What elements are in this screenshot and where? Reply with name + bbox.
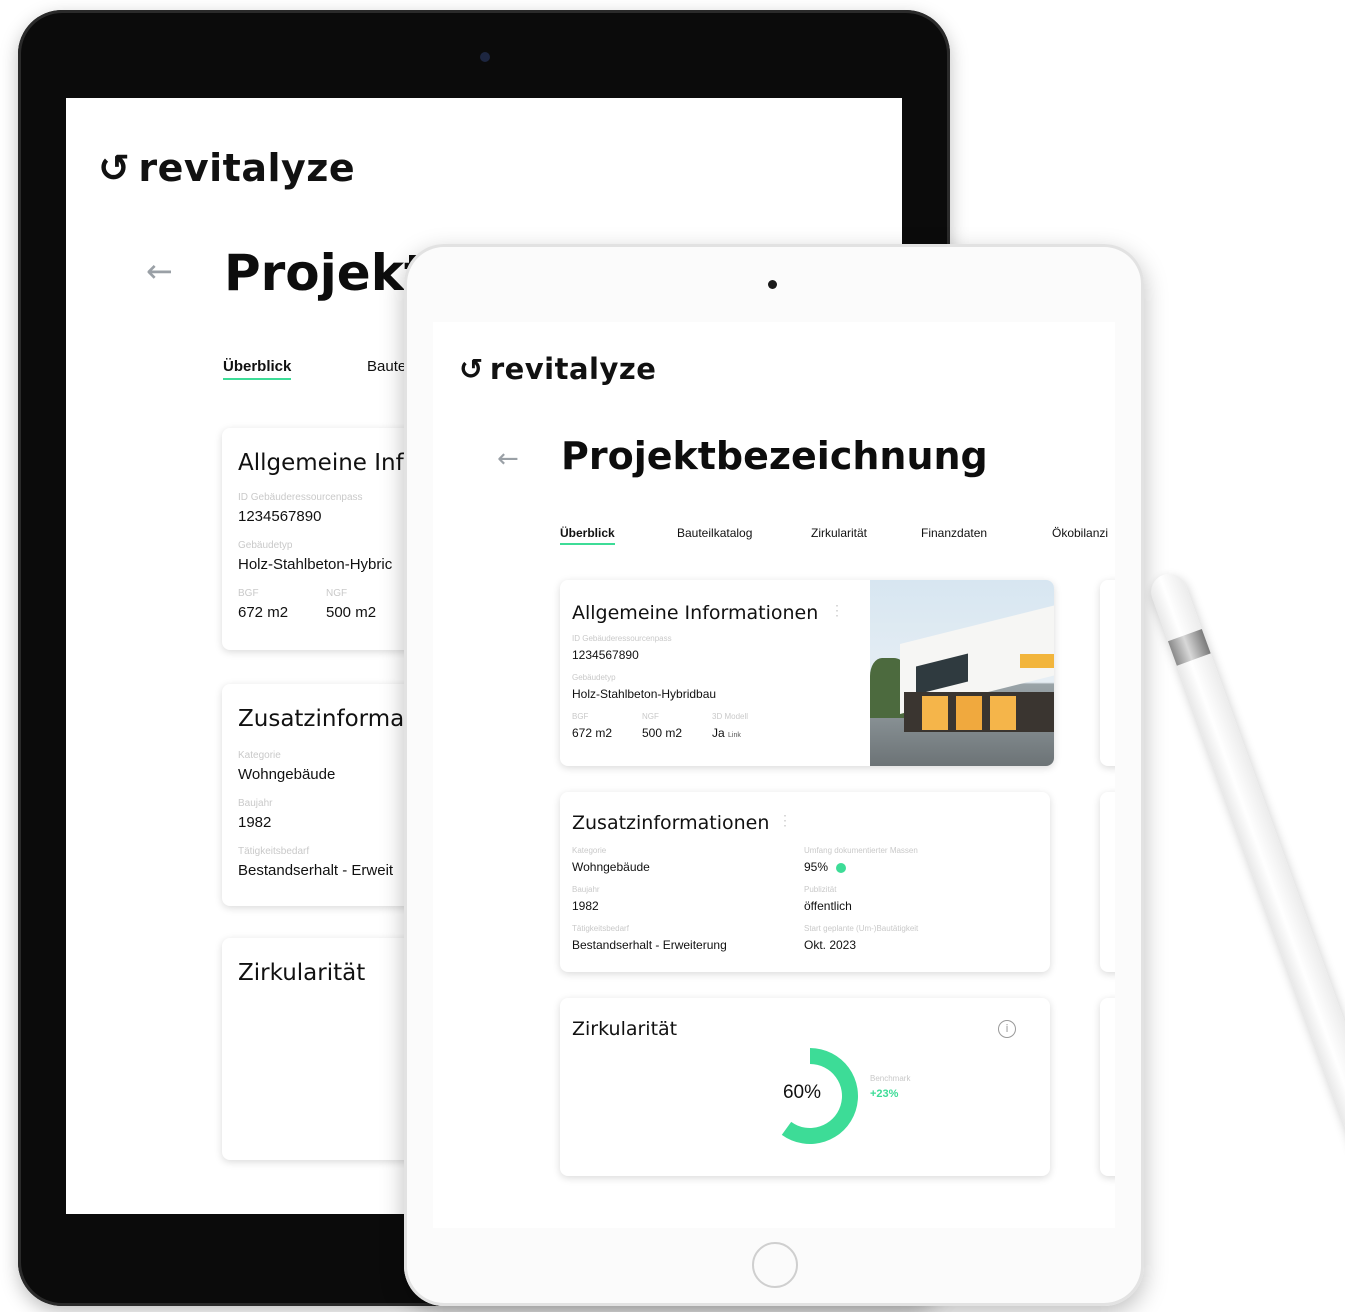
card-title: Zirkularität xyxy=(572,1018,678,1040)
publicity-value: öffentlich xyxy=(804,899,852,913)
type-value: Holz-Stahlbeton-Hybridbau xyxy=(572,687,717,701)
page-title: Projektbezeichnung xyxy=(561,434,988,478)
front-device-screen: ↺ revitalyze ← Projektbezeichnung Überbl… xyxy=(433,322,1115,1228)
category-label: Kategorie xyxy=(572,846,607,855)
ipad-front-device: ↺ revitalyze ← Projektbezeichnung Überbl… xyxy=(404,244,1144,1306)
lit-window xyxy=(956,696,982,730)
brand-logo: ↺ revitalyze xyxy=(459,352,656,386)
scope-percent: 95% xyxy=(804,860,829,874)
home-button[interactable] xyxy=(752,1242,798,1288)
tab-zirkularitaet[interactable]: Zirkularität xyxy=(811,526,867,540)
ngf-value: 500 m2 xyxy=(642,726,683,740)
card-title: Allgemeine Inf xyxy=(238,450,404,476)
brand-logo: ↺ revitalyze xyxy=(98,146,355,190)
model-value: Ja Link xyxy=(712,726,741,740)
more-options-icon[interactable]: ⋮ xyxy=(830,602,844,619)
extra-info-card: Zusatzinformationen ⋮ Kategorie Wohngebä… xyxy=(560,792,1050,972)
bgf-value: 672 m2 xyxy=(238,604,289,621)
bgf-label: BGF xyxy=(238,588,259,599)
tab-overview[interactable]: Überblick xyxy=(223,358,292,380)
camera-dot xyxy=(768,280,777,289)
card-title: Zusatzinforma xyxy=(238,706,405,732)
need-label: Tätigkeitsbedarf xyxy=(238,846,310,857)
ngf-label: NGF xyxy=(642,712,659,721)
back-arrow-icon[interactable]: ← xyxy=(146,252,173,290)
card-title: Allgemeine Informationen xyxy=(572,602,819,624)
bgf-value: 672 m2 xyxy=(572,726,613,740)
pencil-band xyxy=(1167,628,1211,666)
type-value: Holz-Stahlbeton-Hybric xyxy=(238,556,393,573)
category-value: Wohngebäude xyxy=(572,860,650,874)
year-label: Baujahr xyxy=(572,885,600,894)
type-label: Gebäudetyp xyxy=(572,673,616,682)
card-title: Zusatzinformationen xyxy=(572,812,770,834)
circularity-card: Zirkularität i 60% Benchmark +23% xyxy=(560,998,1050,1176)
need-value: Bestandserhalt - Erweit xyxy=(238,862,394,879)
id-value: 1234567890 xyxy=(572,648,639,662)
general-info-card: Allgemeine Informationen ⋮ ID Gebäuderes… xyxy=(560,580,1054,766)
id-label: ID Gebäuderessourcenpass xyxy=(572,634,672,643)
building-photo xyxy=(870,580,1054,766)
model-link[interactable]: Link xyxy=(728,732,741,739)
info-icon[interactable]: i xyxy=(998,1020,1016,1038)
scope-label: Umfang dokumentierter Massen xyxy=(804,846,918,855)
back-arrow-icon[interactable]: ← xyxy=(497,444,519,474)
side-card-peek xyxy=(1100,580,1115,766)
publicity-label: Publizität xyxy=(804,885,837,894)
tab-bauteilkatalog[interactable]: Baute xyxy=(367,358,406,375)
id-label: ID Gebäuderessourcenpass xyxy=(238,492,363,503)
tab-oekobilanz[interactable]: Ökobilanzi xyxy=(1052,526,1108,540)
side-card-peek xyxy=(1100,792,1115,972)
brand-name: revitalyze xyxy=(138,146,356,190)
year-label: Baujahr xyxy=(238,798,273,809)
status-dot-icon xyxy=(836,862,847,873)
brand-name: revitalyze xyxy=(489,352,657,386)
need-label: Tätigkeitsbedarf xyxy=(572,924,629,933)
building-window-lit xyxy=(1020,654,1054,668)
logo-mark-icon: ↺ xyxy=(459,352,484,386)
model-label: 3D Modell xyxy=(712,712,749,721)
benchmark-label: Benchmark xyxy=(870,1074,911,1083)
gauge-value: 60% xyxy=(782,1082,822,1103)
tab-overview[interactable]: Überblick xyxy=(560,526,615,545)
camera-dot xyxy=(480,52,490,62)
need-value: Bestandserhalt - Erweiterung xyxy=(572,938,727,952)
year-value: 1982 xyxy=(238,814,272,831)
lit-window xyxy=(922,696,948,730)
stylus-pencil xyxy=(1146,568,1345,1296)
category-label: Kategorie xyxy=(238,750,281,761)
tab-finanzdaten[interactable]: Finanzdaten xyxy=(921,526,987,540)
bgf-label: BGF xyxy=(572,712,589,721)
year-value: 1982 xyxy=(572,899,599,913)
ngf-value: 500 m2 xyxy=(326,604,377,621)
start-label: Start geplante (Um-)Bautätigkeit xyxy=(804,924,919,933)
logo-mark-icon: ↺ xyxy=(98,146,131,190)
type-label: Gebäudetyp xyxy=(238,540,293,551)
category-value: Wohngebäude xyxy=(238,766,336,783)
start-value: Okt. 2023 xyxy=(804,938,857,952)
tab-bauteilkatalog[interactable]: Bauteilkatalog xyxy=(677,526,752,540)
id-value: 1234567890 xyxy=(238,508,322,525)
more-options-icon[interactable]: ⋮ xyxy=(778,812,792,829)
lit-window xyxy=(990,696,1016,730)
ngf-label: NGF xyxy=(326,588,348,599)
model-yes: Ja xyxy=(712,726,725,740)
side-card-peek xyxy=(1100,998,1115,1176)
card-title: Zirkularität xyxy=(238,960,366,986)
benchmark-value: +23% xyxy=(870,1088,899,1100)
scope-value: 95% xyxy=(804,860,847,874)
